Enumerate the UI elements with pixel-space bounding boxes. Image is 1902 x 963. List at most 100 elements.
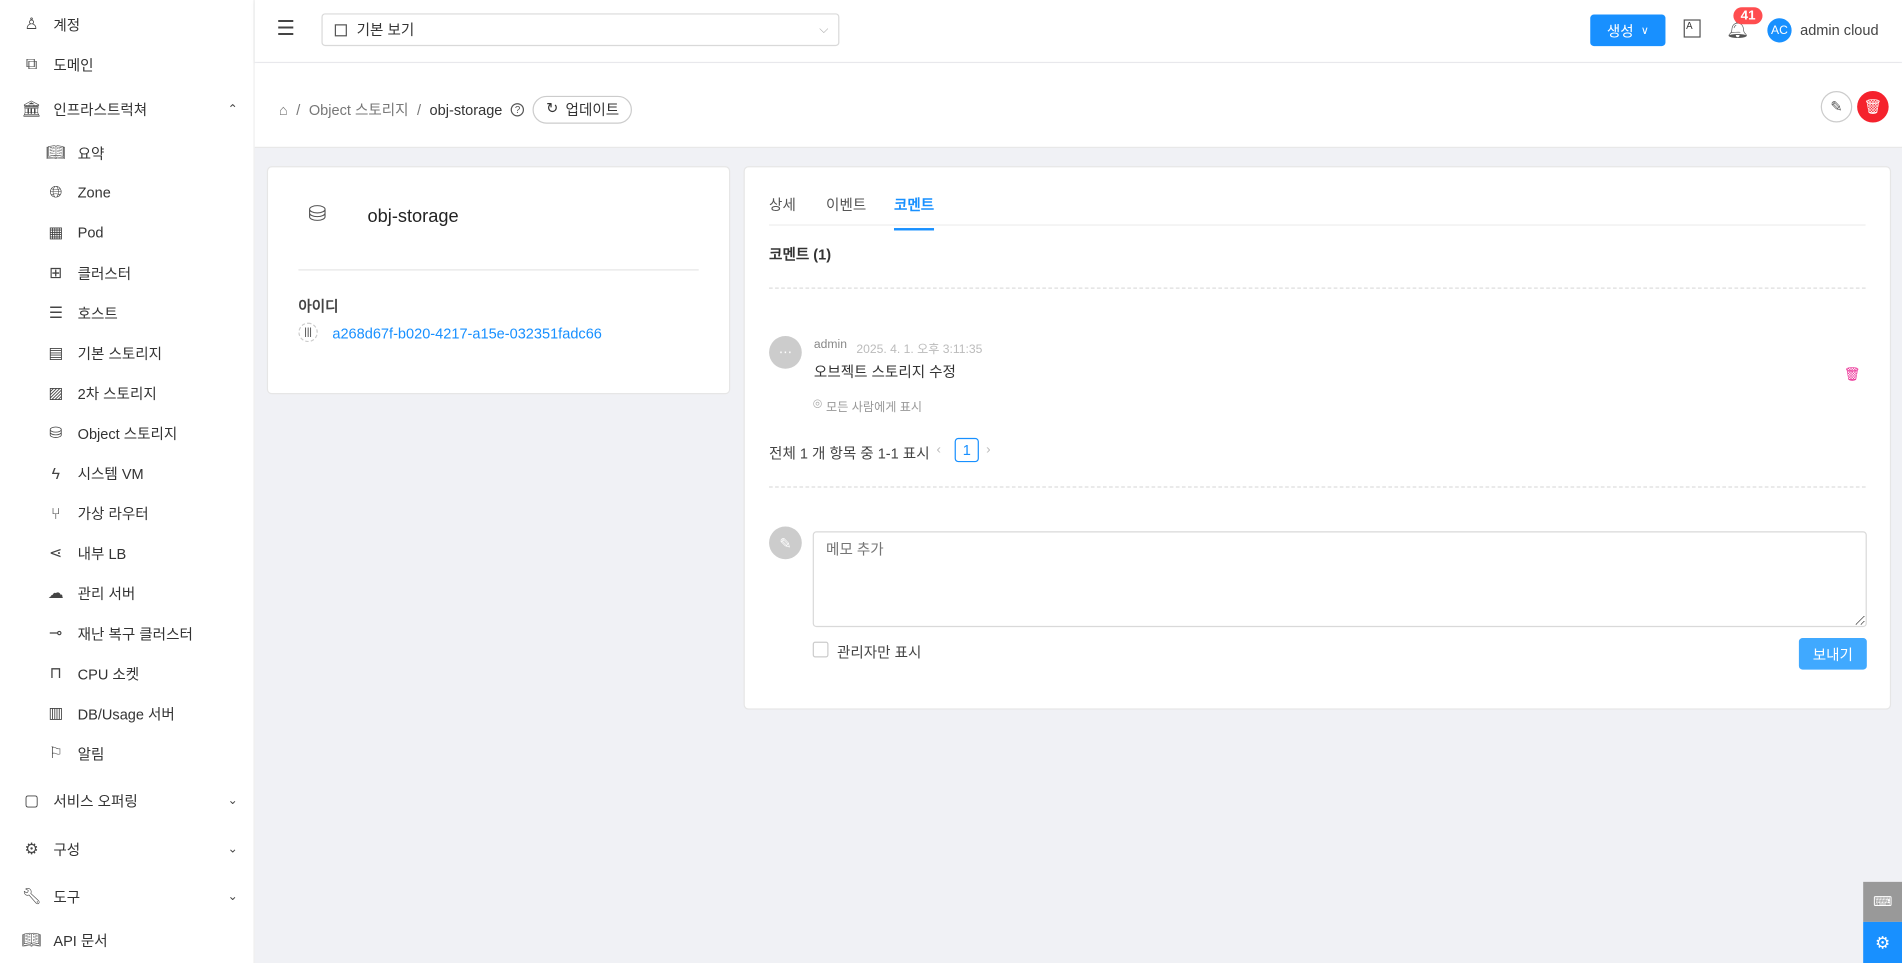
sidebar-item-label: 내부 LB <box>77 545 127 563</box>
sidebar-item[interactable]: ⊸ 재난 복구 클러스터 <box>0 614 255 653</box>
sidebar-item-label: 알림 <box>77 745 105 763</box>
view-select-value: 기본 보기 <box>356 21 415 39</box>
breadcrumb: ⌂ / Object 스토리지 / obj-storage ? ↻ 업데이트 <box>279 95 633 124</box>
sidebar-item[interactable]: ⊓ CPU 소켓 <box>0 654 255 693</box>
divider <box>298 269 699 271</box>
tab-events[interactable]: 이벤트 <box>826 194 866 215</box>
divider <box>769 287 1866 289</box>
chart-icon: ▥ <box>48 703 64 722</box>
shopping-icon: ▢ <box>24 790 39 810</box>
sidebar-item-label: Pod <box>77 224 104 242</box>
sidebar-item-label: 호스트 <box>77 305 118 323</box>
comments-heading: 코멘트 (1) <box>769 246 832 264</box>
sidebar-item[interactable]: 🌐︎ Zone <box>0 173 255 212</box>
eye-icon: ◎ <box>812 396 823 409</box>
sidebar: ♙ 계정 ⧉ 도메인 🏛︎ 인프라스트럭쳐 ⌃ 📖︎ 요약 🌐︎ Zone ▦ Pod ⊞ 클러스터 ☰ 호스트… <box>0 0 255 963</box>
breadcrumb-parent[interactable]: Object 스토리지 <box>309 99 409 120</box>
page-header: ⌂ / Object 스토리지 / obj-storage ? ↻ 업데이트 ✎ 🗑︎ <box>254 63 1902 148</box>
sidebar-item[interactable]: ⑂ 가상 라우터 <box>0 494 255 533</box>
page-1-button[interactable]: 1 <box>954 437 979 463</box>
edit-button[interactable]: ✎ <box>1820 90 1853 123</box>
sidebar-item[interactable]: ϟ 시스템 VM <box>0 454 255 493</box>
domain-icon: ⧉ <box>25 54 38 73</box>
sidebar-item[interactable]: ☁ 관리 서버 <box>0 574 255 613</box>
tab-bar: 상세 이벤트 코멘트 <box>769 167 1866 231</box>
sidebar-item[interactable]: ⊞ 클러스터 <box>0 254 255 293</box>
tabs-card: 상세 이벤트 코멘트 코멘트 (1) ⋯ admin 2025. 4. 1. 오… <box>743 166 1892 710</box>
sidebar-item[interactable]: ⚐ 알림 <box>0 734 255 773</box>
share-icon: ⋖ <box>49 543 63 562</box>
comment-avatar: ⋯ <box>769 336 802 369</box>
sidebar-item-label: 재난 복구 클러스터 <box>77 625 193 643</box>
sidebar-item-label: 구성 <box>53 841 81 859</box>
globe-icon: 🌐︎ <box>49 183 63 202</box>
sidebar-item-label: CPU 소켓 <box>77 665 140 683</box>
avatar[interactable]: AC <box>1767 18 1792 43</box>
resource-name: obj-storage <box>367 206 459 227</box>
view-select[interactable]: 기본 보기 ⌵ <box>321 13 840 47</box>
sidebar-item[interactable]: ☰ 호스트 <box>0 294 255 333</box>
language-icon[interactable]: A <box>1683 19 1701 38</box>
chevron-down-icon: ⌄ <box>227 889 238 904</box>
bank-icon: 🏛︎ <box>21 99 42 118</box>
sidebar-item[interactable]: 📖︎ 요약 <box>0 133 255 172</box>
menu-fold-icon[interactable]: ☰ <box>277 17 295 41</box>
sidebar-item-label: 클러스터 <box>77 265 132 283</box>
settings-button[interactable]: ⚙ <box>1863 921 1902 963</box>
view-icon <box>334 23 347 36</box>
delete-button[interactable]: 🗑︎ <box>1857 90 1889 123</box>
sidebar-item[interactable]: 🏛︎ 인프라스트럭쳐 ⌃ <box>0 90 255 129</box>
refresh-button[interactable]: ↻ 업데이트 <box>532 95 633 124</box>
sidebar-item[interactable]: ▢ 서비스 오퍼링 ⌄ <box>0 781 255 820</box>
next-page-icon[interactable]: › <box>986 443 990 458</box>
sidebar-item[interactable]: ⧉ 도메인 <box>0 45 255 84</box>
sidebar-item-label: 관리 서버 <box>77 585 136 603</box>
id-label: 아이디 <box>298 298 339 316</box>
sidebar-item[interactable]: ⛁ Object 스토리지 <box>0 414 255 453</box>
notification-badge: 41 <box>1733 7 1763 25</box>
inbox-icon: ⊓ <box>49 663 62 682</box>
chevron-down-icon: ⌄ <box>227 842 238 856</box>
sidebar-item[interactable]: ▥ DB/Usage 서버 <box>0 694 255 733</box>
tab-comments[interactable]: 코멘트 <box>893 194 935 231</box>
sidebar-item[interactable]: ▤ 기본 스토리지 <box>0 334 255 373</box>
help-icon[interactable]: ? <box>510 103 525 117</box>
admin-only-checkbox[interactable] <box>812 641 829 658</box>
sidebar-item-label: 인프라스트럭쳐 <box>53 101 148 119</box>
pagination-text: 전체 1 개 항목 중 1-1 표시 <box>769 445 930 463</box>
barcode-icon: ||| <box>298 322 318 343</box>
gold-icon: ⛁ <box>49 423 63 442</box>
delete-comment-icon[interactable]: 🗑︎ <box>1844 366 1861 383</box>
sidebar-item[interactable]: ▦ Pod <box>0 213 255 252</box>
sidebar-item-label: 2차 스토리지 <box>77 385 157 403</box>
sidebar-item[interactable]: 🔧︎ 도구 ⌄ <box>0 877 255 916</box>
grid-icon: ▦ <box>48 223 64 242</box>
prev-page-icon[interactable]: ‹ <box>936 443 940 458</box>
id-value[interactable]: a268d67f-b020-4217-a15e-032351fadc66 <box>332 325 602 342</box>
comment-user: admin <box>813 338 847 352</box>
sidebar-item[interactable]: ⋖ 내부 LB <box>0 534 255 573</box>
info-card: ⛁ obj-storage 아이디 ||| a268d67f-b020-4217… <box>266 166 731 395</box>
user-name[interactable]: admin cloud <box>1800 22 1879 39</box>
chevron-down-icon: ∨ <box>1640 23 1649 36</box>
sidebar-item[interactable]: 📖︎ API 문서 <box>0 921 255 960</box>
top-bar: ☰ 기본 보기 ⌵ 생성 ∨ A 🔔︎ 41 AC admin cloud <box>254 0 1902 62</box>
sidebar-item[interactable]: ♙ 계정 <box>0 5 255 44</box>
sidebar-item-label: 계정 <box>53 16 81 34</box>
sidebar-item-label: DB/Usage 서버 <box>77 705 175 723</box>
admin-only-label[interactable]: 관리자만 표시 <box>837 642 921 663</box>
home-icon[interactable]: ⌂ <box>279 101 288 118</box>
tab-details[interactable]: 상세 <box>769 194 796 215</box>
create-button[interactable]: 생성 ∨ <box>1590 14 1666 47</box>
comment-time: 2025. 4. 1. 오후 3:11:35 <box>856 343 983 357</box>
sidebar-item-label: 도구 <box>53 888 81 906</box>
keyboard-button[interactable]: ⌨ <box>1863 881 1902 922</box>
comment-input[interactable] <box>812 531 1867 628</box>
image-icon: ▨ <box>48 383 64 402</box>
sidebar-item[interactable]: ⚙ 구성 ⌄ <box>0 830 255 869</box>
tool-icon: 🔧︎ <box>21 886 42 905</box>
send-button[interactable]: 보내기 <box>1798 638 1867 670</box>
chevron-down-icon: ⌵ <box>819 23 829 37</box>
sidebar-item[interactable]: ▨ 2차 스토리지 <box>0 374 255 413</box>
cluster-icon: ⊞ <box>49 263 63 282</box>
